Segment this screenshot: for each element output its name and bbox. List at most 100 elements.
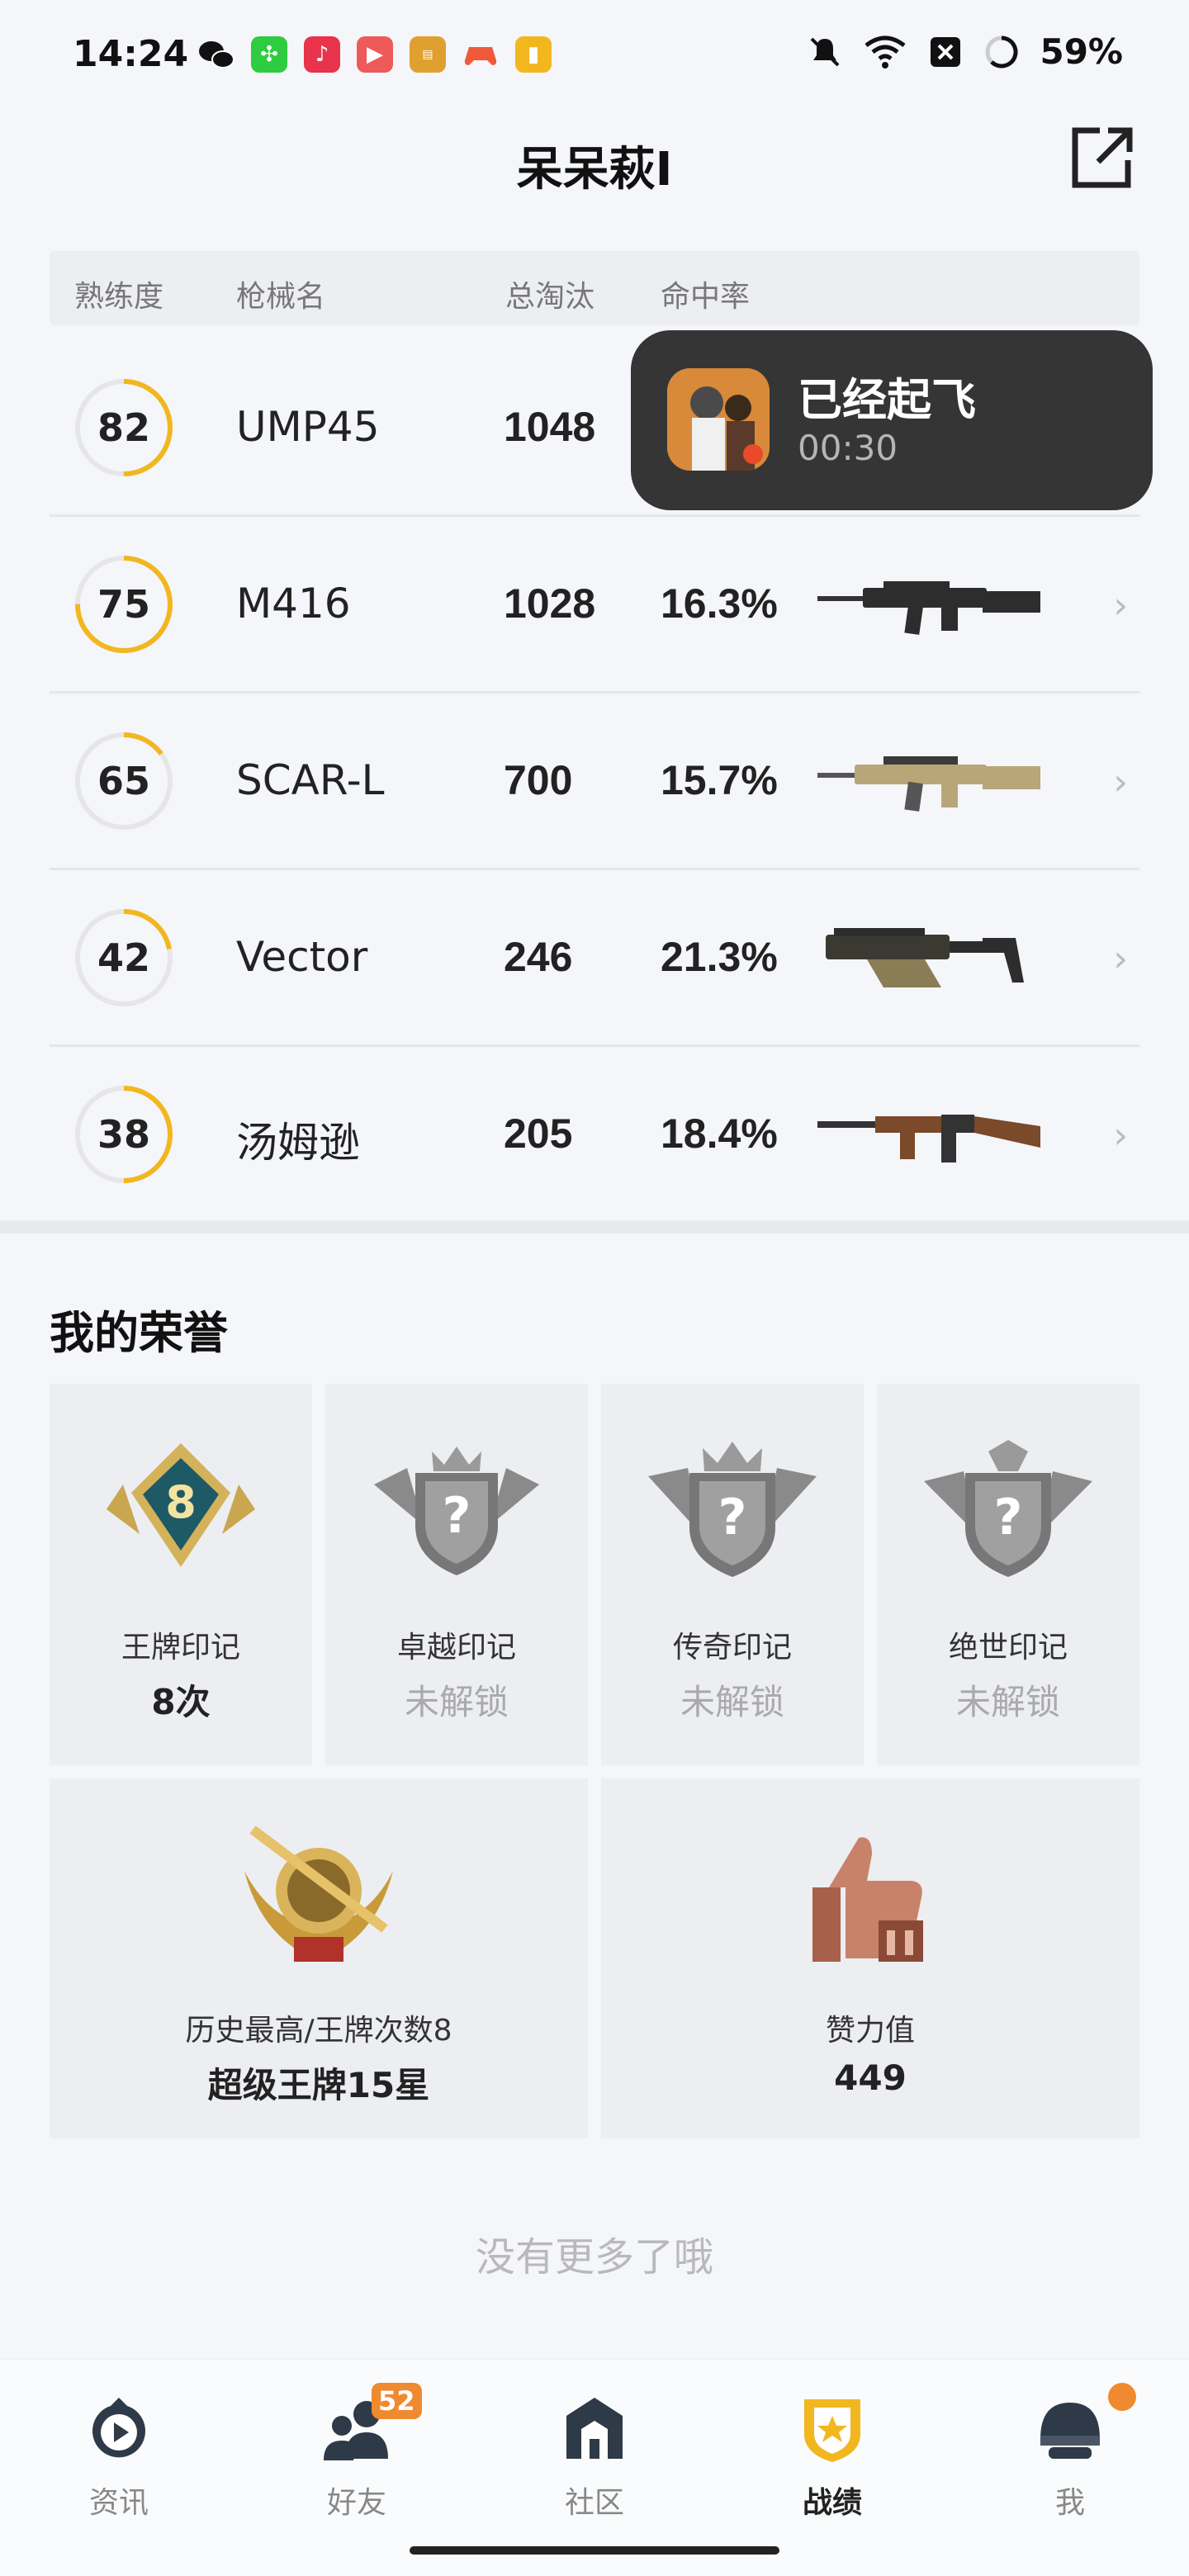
toast-time: 00:30: [798, 428, 898, 468]
tab-label: 好友: [326, 2486, 386, 2520]
tab-label: 资讯: [88, 2486, 149, 2520]
svg-text:?: ?: [718, 1489, 747, 1546]
honor-label: 绝世印记: [948, 1631, 1068, 1664]
hit-rate: 16.3%: [661, 580, 778, 627]
friends-count-badge: 52: [372, 2383, 422, 2419]
tab-label: 战绩: [802, 2486, 862, 2520]
tab-label: 社区: [564, 2486, 624, 2520]
total-kills: 246: [504, 933, 573, 980]
header-total-kills: 总淘汰: [505, 280, 595, 314]
honor-label: 王牌印记: [121, 1631, 240, 1664]
gun-name: Vector: [236, 932, 368, 981]
svg-text:8: 8: [165, 1476, 197, 1528]
honor-card[interactable]: 8 王牌印记 8次: [50, 1384, 312, 1765]
highest-rank-card[interactable]: 历史最高/王牌次数8 超级王牌15星: [50, 1778, 588, 2138]
highest-rank-value: 超级王牌15星: [207, 2065, 430, 2105]
highest-rank-label: 历史最高/王牌次数8: [185, 2014, 452, 2048]
proficiency-value: 38: [97, 1111, 150, 1157]
records-shield-icon: [804, 2399, 860, 2462]
bottom-nav: 资讯 52 好友 社区 战绩 我: [0, 2358, 1189, 2576]
ace-mark-badge-icon: 8: [107, 1443, 255, 1567]
gun-name: SCAR-L: [236, 755, 385, 804]
weapon-row[interactable]: 65 SCAR-L 700 15.7% ›: [50, 694, 1139, 870]
locked-badge-icon: ?: [924, 1440, 1092, 1577]
total-kills: 1048: [504, 403, 596, 450]
likes-label: 赞力值: [825, 2014, 915, 2048]
svg-text:?: ?: [994, 1489, 1023, 1546]
weapon-row[interactable]: 75 M416 1028 16.3% ›: [50, 517, 1139, 694]
thumbs-up-icon: [812, 1837, 923, 1962]
tommy-gun-icon: [817, 1114, 1040, 1163]
status-time: 14:24: [73, 33, 189, 75]
honor-value: 未解锁: [955, 1682, 1060, 1722]
likes-value: 449: [834, 2057, 907, 2098]
honor-label: 卓越印记: [396, 1631, 516, 1664]
honor-card[interactable]: ? 绝世印记 未解锁: [877, 1384, 1139, 1765]
weapon-row[interactable]: 42 Vector 246 21.3% ›: [50, 870, 1139, 1047]
wechat-icon: [198, 36, 234, 73]
hit-rate: 18.4%: [661, 1110, 778, 1157]
gun-name: M416: [236, 579, 351, 627]
notification-icons: ✣ ♪ ▶ ▤ ▮: [198, 36, 552, 73]
no-more-text: 没有更多了哦: [475, 2234, 713, 2280]
svg-text:?: ?: [443, 1487, 471, 1545]
helmet-icon: [1040, 2403, 1100, 2459]
tab-news[interactable]: 资讯: [36, 2376, 201, 2541]
battery-percent: 59%: [1040, 31, 1123, 72]
page-title: 呆呆萩I: [516, 143, 673, 197]
proficiency-value: 82: [97, 405, 150, 450]
status-bar: 14:24 ✣ ♪ ▶ ▤ ▮ 59%: [0, 0, 1189, 107]
chevron-right-icon: ›: [1113, 760, 1128, 803]
total-kills: 205: [504, 1110, 573, 1157]
pubg-app-icon: [667, 368, 770, 471]
honor-card[interactable]: ? 卓越印记 未解锁: [325, 1384, 588, 1765]
video-icon: ▶: [357, 36, 393, 73]
honor-value: 未解锁: [404, 1682, 509, 1722]
locked-badge-icon: ?: [374, 1447, 539, 1575]
sim-off-icon: [931, 36, 961, 67]
honor-card[interactable]: ? 传奇印记 未解锁: [601, 1384, 864, 1765]
honor-label: 传奇印记: [672, 1631, 792, 1664]
header-gun-name: 枪械名: [236, 280, 326, 314]
ace-rank-badge-icon: [244, 1825, 393, 1962]
mute-bell-icon: [811, 37, 840, 66]
tab-label: 我: [1054, 2486, 1085, 2520]
chevron-right-icon: ›: [1113, 937, 1128, 980]
tab-me[interactable]: 我: [988, 2376, 1153, 2541]
honor-value: 8次: [151, 1682, 211, 1722]
gun-name: UMP45: [236, 402, 380, 451]
table-header: 熟练度 枪械名 总淘汰 命中率: [50, 251, 1139, 325]
honor-value: 未解锁: [680, 1682, 784, 1722]
honors-title: 我的荣誉: [50, 1307, 228, 1359]
game-news-icon: ▤: [410, 36, 446, 73]
locked-badge-icon: ?: [648, 1442, 817, 1577]
home-indicator: [410, 2546, 779, 2555]
external-link-icon: [1072, 127, 1133, 188]
header-hit-rate: 命中率: [661, 280, 751, 314]
share-button[interactable]: [1067, 124, 1136, 193]
tab-records[interactable]: 战绩: [750, 2376, 915, 2541]
music-icon: ♪: [304, 36, 340, 73]
community-house-icon: [566, 2398, 623, 2459]
hit-rate: 21.3%: [661, 933, 778, 980]
likes-card[interactable]: 赞力值 449: [601, 1778, 1139, 2138]
proficiency-value: 75: [97, 581, 150, 627]
weapon-row[interactable]: 38 汤姆逊 205 18.4% ›: [50, 1047, 1139, 1224]
gamepad-icon: [462, 36, 499, 73]
tab-friends[interactable]: 52 好友: [274, 2376, 439, 2541]
news-play-icon: [92, 2398, 145, 2458]
header-proficiency: 熟练度: [74, 280, 164, 314]
rifle-icon: [817, 580, 1040, 635]
wifi-icon: [865, 36, 907, 69]
proficiency-value: 42: [97, 935, 150, 980]
book-icon: ▮: [515, 36, 552, 73]
game-toast[interactable]: 已经起飞 00:30: [631, 330, 1153, 510]
tab-community[interactable]: 社区: [512, 2376, 677, 2541]
battery-ring-icon: [985, 35, 1018, 68]
gun-name: 汤姆逊: [236, 1118, 360, 1167]
system-icons: 59%: [807, 31, 1123, 72]
hit-rate: 15.7%: [661, 756, 778, 803]
section-divider: [0, 1220, 1189, 1234]
smg-vector-icon: [826, 927, 1024, 987]
notification-dot: [1108, 2383, 1136, 2411]
